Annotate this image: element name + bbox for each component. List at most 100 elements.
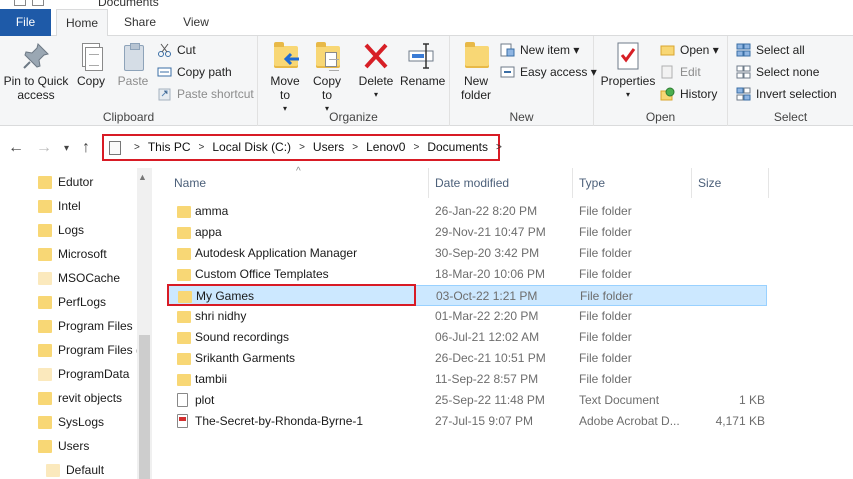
copy-to-button[interactable]: Copy to ▾ xyxy=(308,40,346,116)
folder-icon xyxy=(38,392,52,405)
nav-item[interactable]: Users xyxy=(38,434,89,458)
properties-qa-icon[interactable] xyxy=(14,0,26,6)
file-date-modified: 26-Dec-21 10:51 PM xyxy=(435,351,546,365)
file-row[interactable]: My Games 03-Oct-22 1:21 PM File folder xyxy=(167,285,767,306)
nav-item[interactable]: Program Files xyxy=(38,314,133,338)
nav-item[interactable]: Default xyxy=(46,458,104,479)
file-name: The-Secret-by-Rhonda-Byrne-1 xyxy=(195,414,364,428)
nav-item[interactable]: Intel xyxy=(38,194,81,218)
file-name: Srikanth Garments xyxy=(195,351,296,365)
nav-item[interactable]: MSOCache xyxy=(38,266,120,290)
folder-icon xyxy=(38,320,52,333)
file-date-modified: 18-Mar-20 10:06 PM xyxy=(435,267,546,281)
file-row[interactable]: Custom Office Templates 18-Mar-20 10:06 P… xyxy=(167,264,767,285)
nav-item[interactable]: Logs xyxy=(38,218,84,242)
column-divider[interactable] xyxy=(768,168,769,198)
nav-item[interactable]: Microsoft xyxy=(38,242,107,266)
file-type: File folder xyxy=(579,351,632,365)
new-folder-qa-icon[interactable] xyxy=(32,0,44,6)
column-header-date-modified[interactable]: Date modified xyxy=(435,168,509,198)
recent-locations-chevron-icon[interactable]: ▾ xyxy=(64,143,69,154)
clipboard-icon xyxy=(117,40,149,72)
new-group: New folder New item ▾ Easy access ▾ New xyxy=(450,36,597,126)
chevron-right-icon[interactable]: > xyxy=(134,136,140,159)
folder-icon xyxy=(177,206,191,218)
scroll-up-arrow-icon[interactable]: ▲ xyxy=(138,172,147,182)
edit-button[interactable]: Edit xyxy=(660,62,701,82)
chevron-right-icon[interactable]: > xyxy=(413,136,419,159)
folder-icon xyxy=(178,291,192,303)
forward-arrow-icon[interactable]: → xyxy=(36,139,52,157)
file-row[interactable]: amma 26-Jan-22 8:20 PM File folder xyxy=(167,201,767,222)
navigation-pane: Edutor Intel Logs Microsoft MSOCache PerfLogs… xyxy=(0,168,153,479)
nav-scrollbar-thumb[interactable] xyxy=(139,335,150,479)
paste-button[interactable]: Paste xyxy=(114,40,152,88)
tab-share[interactable]: Share xyxy=(114,9,166,36)
move-to-button[interactable]: Move to ▾ xyxy=(266,40,304,116)
nav-item[interactable]: Program Files ( xyxy=(38,338,140,362)
breadcrumb: > This PC > Local Disk (C:) > Users > Le… xyxy=(126,136,510,159)
select-all-button[interactable]: Select all xyxy=(736,40,805,60)
nav-item[interactable]: SysLogs xyxy=(38,410,104,434)
file-row[interactable]: The-Secret-by-Rhonda-Byrne-1 27-Jul-15 9:… xyxy=(167,411,767,432)
file-name: Custom Office Templates xyxy=(195,267,329,281)
up-arrow-icon[interactable]: ↑ xyxy=(82,139,90,157)
breadcrumb-this-pc[interactable]: This PC xyxy=(148,136,191,159)
open-button[interactable]: Open ▾ xyxy=(660,40,719,60)
file-row[interactable]: appa 29-Nov-21 10:47 PM File folder xyxy=(167,222,767,243)
nav-item[interactable]: Edutor xyxy=(38,170,93,194)
copy-path-button[interactable]: Copy path xyxy=(157,62,232,82)
chevron-right-icon[interactable]: > xyxy=(199,136,205,159)
file-type: File folder xyxy=(580,289,633,303)
file-row[interactable]: Srikanth Garments 26-Dec-21 10:51 PM File … xyxy=(167,348,767,369)
file-row[interactable]: plot 25-Sep-22 11:48 PM Text Document 1 KB xyxy=(167,390,767,411)
delete-button[interactable]: Delete ▾ xyxy=(356,40,396,102)
column-divider[interactable] xyxy=(572,168,573,198)
file-date-modified: 06-Jul-21 12:02 AM xyxy=(435,330,540,344)
file-row[interactable]: Autodesk Application Manager 30-Sep-20 3:… xyxy=(167,243,767,264)
organize-group: Move to ▾ Copy to ▾ Delete ▾ Rename Orga… xyxy=(258,36,450,126)
new-folder-button[interactable]: New folder xyxy=(456,40,496,102)
tab-view[interactable]: View xyxy=(170,9,222,36)
easy-access-icon xyxy=(500,65,515,79)
cut-button[interactable]: Cut xyxy=(157,40,196,60)
column-divider[interactable] xyxy=(428,168,429,198)
select-none-button[interactable]: Select none xyxy=(736,62,819,82)
breadcrumb-lenov0[interactable]: Lenov0 xyxy=(366,136,405,159)
paste-shortcut-button[interactable]: Paste shortcut xyxy=(157,84,254,104)
file-name: Sound recordings xyxy=(195,330,290,344)
pin-to-quick-access-button[interactable]: Pin to Quick access xyxy=(2,40,70,102)
chevron-right-icon[interactable]: > xyxy=(352,136,358,159)
sort-ascending-icon: ^ xyxy=(296,166,301,177)
file-row[interactable]: Sound recordings 06-Jul-21 12:02 AM File f… xyxy=(167,327,767,348)
copy-button[interactable]: Copy xyxy=(72,40,110,88)
folder-icon xyxy=(177,332,191,344)
column-header-type[interactable]: Type xyxy=(579,168,605,198)
history-button[interactable]: History xyxy=(660,84,717,104)
folder-icon xyxy=(177,227,191,239)
new-item-button[interactable]: New item ▾ xyxy=(500,40,579,60)
invert-selection-button[interactable]: Invert selection xyxy=(736,84,837,104)
file-row[interactable]: tambii 11-Sep-22 8:57 PM File folder xyxy=(167,369,767,390)
nav-item[interactable]: PerfLogs xyxy=(38,290,106,314)
nav-item[interactable]: ProgramData xyxy=(38,362,129,386)
back-arrow-icon[interactable]: ← xyxy=(8,139,24,157)
column-divider[interactable] xyxy=(691,168,692,198)
tab-home[interactable]: Home xyxy=(56,9,108,37)
file-date-modified: 11-Sep-22 8:57 PM xyxy=(435,372,539,386)
breadcrumb-documents[interactable]: Documents xyxy=(427,136,488,159)
rename-button[interactable]: Rename xyxy=(400,40,445,88)
breadcrumb-users[interactable]: Users xyxy=(313,136,344,159)
chevron-right-icon[interactable]: > xyxy=(299,136,305,159)
chevron-right-icon[interactable]: > xyxy=(496,136,502,159)
properties-button[interactable]: Properties ▾ xyxy=(598,40,658,102)
column-header-size[interactable]: Size xyxy=(698,168,721,198)
address-bar[interactable]: > This PC > Local Disk (C:) > Users > Le… xyxy=(102,134,502,161)
nav-item[interactable]: revit objects xyxy=(38,386,122,410)
file-type: File folder xyxy=(579,225,632,239)
breadcrumb-local-disk[interactable]: Local Disk (C:) xyxy=(212,136,291,159)
easy-access-button[interactable]: Easy access ▾ xyxy=(500,62,597,82)
file-row[interactable]: shri nidhy 01-Mar-22 2:20 PM File folder xyxy=(167,306,767,327)
column-header-name[interactable]: Name xyxy=(174,168,206,198)
tab-file[interactable]: File xyxy=(0,9,51,36)
